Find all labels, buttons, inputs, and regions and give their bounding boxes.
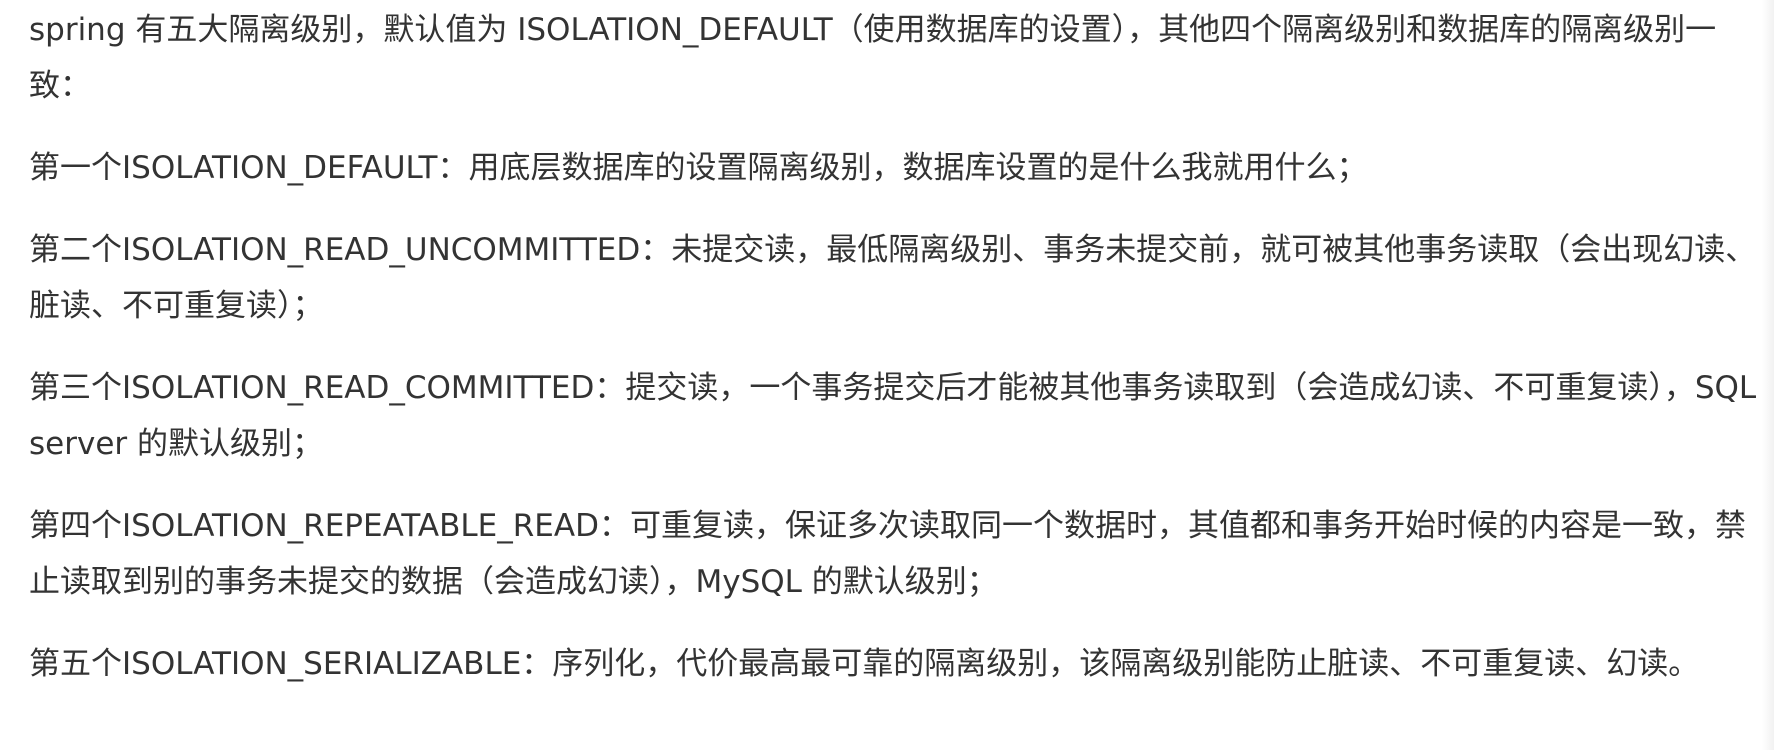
isolation-repeatable-read-paragraph: 第四个ISOLATION_REPEATABLE_READ：可重复读，保证多次读取…	[29, 508, 1746, 600]
isolation-serializable-paragraph: 第五个ISOLATION_SERIALIZABLE：序列化，代价最高最可靠的隔离…	[29, 646, 1700, 682]
isolation-default-paragraph: 第一个ISOLATION_DEFAULT：用底层数据库的设置隔离级别，数据库设置…	[29, 150, 1368, 186]
isolation-read-uncommitted-paragraph: 第二个ISOLATION_READ_UNCOMMITTED：未提交读，最低隔离级…	[29, 232, 1757, 324]
intro-paragraph: spring 有五大隔离级别，默认值为 ISOLATION_DEFAULT（使用…	[29, 12, 1717, 104]
scrollbar-track[interactable]	[1762, 0, 1774, 750]
isolation-read-committed-paragraph: 第三个ISOLATION_READ_COMMITTED：提交读，一个事务提交后才…	[29, 370, 1757, 462]
article-body: spring 有五大隔离级别，默认值为 ISOLATION_DEFAULT（使用…	[29, 2, 1767, 692]
